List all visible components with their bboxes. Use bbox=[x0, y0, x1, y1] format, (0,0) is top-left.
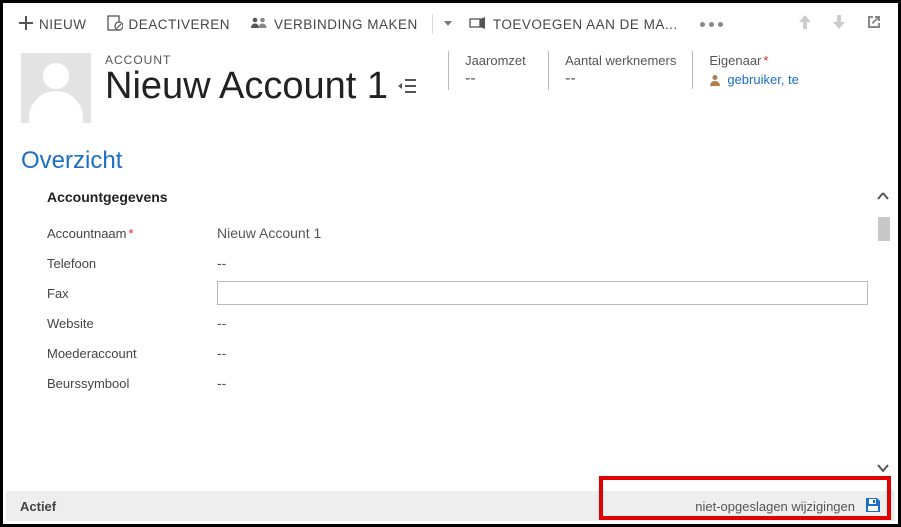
field-value: Nieuw Account 1 bbox=[217, 225, 321, 241]
connect-button[interactable]: VERBINDING MAKEN bbox=[242, 12, 426, 37]
field-label: Beurssymbool bbox=[47, 376, 217, 391]
owner-link[interactable]: gebruiker, te bbox=[727, 72, 799, 87]
field-value: -- bbox=[217, 315, 226, 331]
subsection-header: Accountgegevens bbox=[47, 189, 868, 205]
add-to-marketing-button[interactable]: TOEVOEGEN AAN DE MA... bbox=[461, 12, 686, 37]
record-title: Nieuw Account 1 bbox=[105, 67, 388, 105]
popout-icon bbox=[866, 14, 882, 30]
arrow-down-icon bbox=[832, 14, 846, 30]
separator bbox=[432, 14, 433, 34]
fax-input[interactable] bbox=[217, 281, 868, 305]
field-value: -- bbox=[217, 375, 226, 391]
connect-icon bbox=[250, 16, 268, 33]
more-commands-button[interactable] bbox=[690, 22, 733, 27]
field-label: Aantal werknemers bbox=[565, 53, 676, 68]
popout-button[interactable] bbox=[858, 10, 890, 39]
field-label: Eigenaar bbox=[709, 53, 799, 68]
prev-record-button[interactable] bbox=[790, 10, 820, 39]
field-row-phone[interactable]: Telefoon -- bbox=[47, 249, 868, 277]
header-field-owner[interactable]: Eigenaar gebruiker, te bbox=[692, 51, 815, 89]
deactivate-button[interactable]: DEACTIVEREN bbox=[99, 11, 239, 38]
avatar bbox=[21, 53, 91, 123]
field-row-parentaccount[interactable]: Moederaccount -- bbox=[47, 339, 868, 367]
field-row-accountname[interactable]: Accountnaam* Nieuw Account 1 bbox=[47, 219, 868, 247]
required-star: * bbox=[129, 226, 134, 241]
chevron-down-icon bbox=[444, 21, 452, 27]
command-bar: NIEUW DEACTIVEREN VERBINDING MAKEN TOEVO… bbox=[3, 3, 898, 45]
scrollbar[interactable] bbox=[874, 191, 892, 476]
add-to-label: TOEVOEGEN AAN DE MA... bbox=[493, 17, 678, 32]
next-record-button[interactable] bbox=[824, 10, 854, 39]
record-state: Actief bbox=[20, 499, 56, 514]
field-row-fax: Fax bbox=[47, 279, 868, 307]
deactivate-icon bbox=[107, 15, 123, 34]
section-title: Overzicht bbox=[21, 147, 868, 175]
status-bar: Actief niet-opgeslagen wijzigingen bbox=[6, 491, 895, 521]
field-value: -- bbox=[217, 345, 226, 361]
marketing-icon bbox=[469, 16, 487, 33]
header-field-employees[interactable]: Aantal werknemers -- bbox=[548, 51, 692, 90]
field-label: Jaaromzet bbox=[465, 53, 532, 68]
save-icon bbox=[865, 497, 881, 513]
record-header: ACCOUNT Nieuw Account 1 Jaaromzet -- Aan… bbox=[3, 45, 898, 133]
person-icon bbox=[709, 74, 721, 86]
field-label: Website bbox=[47, 316, 217, 331]
plus-icon bbox=[19, 16, 33, 33]
scroll-down-icon bbox=[874, 462, 892, 476]
field-row-website[interactable]: Website -- bbox=[47, 309, 868, 337]
deactivate-label: DEACTIVEREN bbox=[129, 17, 231, 32]
field-value: -- bbox=[465, 70, 532, 88]
field-label: Fax bbox=[47, 286, 217, 301]
connect-dropdown[interactable] bbox=[439, 21, 457, 27]
scroll-thumb[interactable] bbox=[878, 217, 890, 241]
scroll-up-icon bbox=[874, 191, 892, 205]
new-button[interactable]: NIEUW bbox=[11, 12, 95, 37]
save-button[interactable] bbox=[865, 497, 881, 516]
connect-label: VERBINDING MAKEN bbox=[274, 17, 418, 32]
field-row-tickersymbol[interactable]: Beurssymbool -- bbox=[47, 369, 868, 397]
header-field-revenue[interactable]: Jaaromzet -- bbox=[448, 51, 548, 90]
form-body: Overzicht Accountgegevens Accountnaam* N… bbox=[3, 133, 898, 397]
field-value: -- bbox=[565, 70, 676, 88]
arrow-up-icon bbox=[798, 14, 812, 30]
field-value: -- bbox=[217, 255, 226, 271]
field-label: Accountnaam bbox=[47, 226, 127, 241]
new-label: NIEUW bbox=[39, 17, 87, 32]
unsaved-changes-text: niet-opgeslagen wijzigingen bbox=[695, 499, 855, 514]
field-label: Moederaccount bbox=[47, 346, 217, 361]
field-label: Telefoon bbox=[47, 256, 217, 271]
record-selector-button[interactable] bbox=[398, 77, 416, 95]
